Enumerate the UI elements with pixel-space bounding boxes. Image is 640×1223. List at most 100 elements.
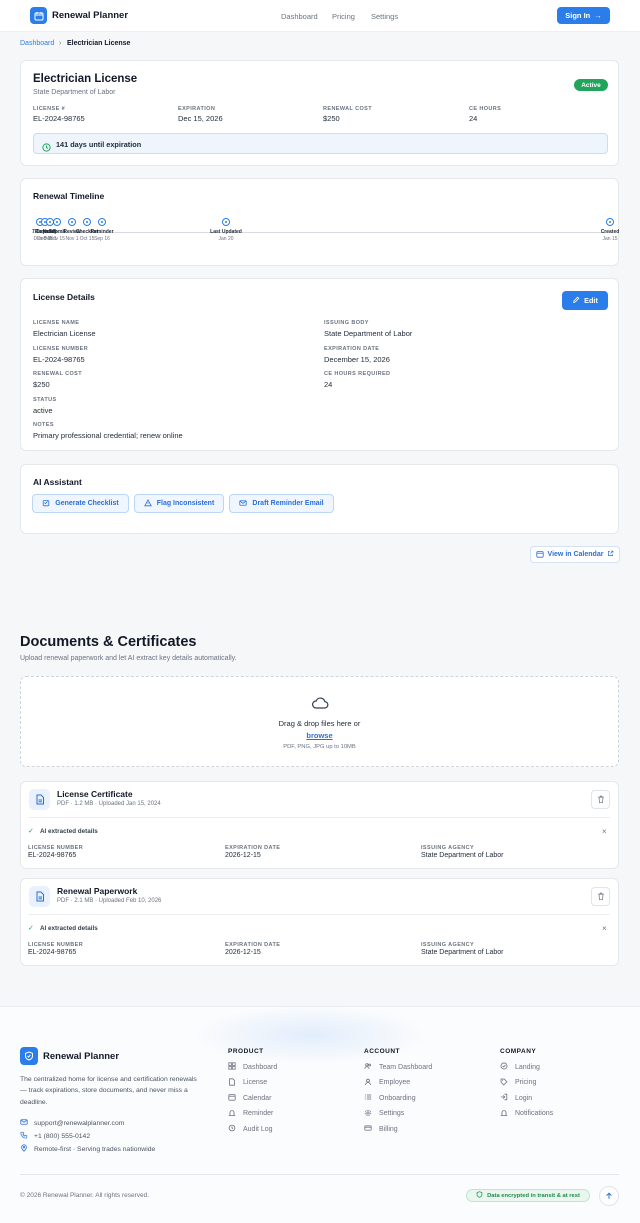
browse-link[interactable]: browse [21,731,618,740]
footer-link-label: Billing [379,1125,398,1133]
footer-link-login[interactable]: Login [500,1093,532,1103]
footer-link-landing[interactable]: Landing [500,1062,540,1072]
document-name[interactable]: Renewal Paperwork [57,886,137,896]
extracted-value: State Department of Labor [421,852,504,859]
extracted-value: 2026-12-15 [225,949,261,956]
footer-link-license[interactable]: License [228,1077,267,1088]
footer-link-dashboard[interactable]: Dashboard [228,1062,277,1072]
detail-label: LICENSE NUMBER [33,345,89,352]
generate-checklist-button[interactable]: Generate Checklist [32,494,129,513]
check-icon: ✓ [28,828,34,835]
footer-link-reminder[interactable]: Reminder [228,1109,273,1119]
field-label: EXPIRATION [178,106,216,112]
ai-title: AI Assistant [33,477,82,487]
footer-link-label: Dashboard [243,1063,278,1071]
footer-brand: Renewal Planner [43,1051,120,1062]
footer-link-label: Landing [515,1063,540,1071]
upload-dropzone[interactable]: Drag & drop files here or browse PDF, PN… [20,676,619,767]
view-in-calendar-link[interactable]: View in Calendar [530,546,620,563]
timeline-event-marker[interactable] [53,218,61,226]
cal-icon [228,1093,236,1103]
timeline-event-marker[interactable] [68,218,76,226]
extracted-label: ISSUING AGENCY [421,845,475,851]
top-nav: Renewal Planner Dashboard Pricing Settin… [0,0,640,32]
trash-icon [597,795,604,804]
extracted-label: LICENSE NUMBER [28,942,84,948]
detail-label: LICENSE NAME [33,320,80,326]
dropzone-text: Drag & drop files here or [278,719,361,728]
copyright: © 2026 Renewal Planner. All rights reser… [20,1192,150,1199]
flag-inconsistent-button[interactable]: Flag Inconsistent [134,494,224,513]
footer-link-team-dashboard[interactable]: Team Dashboard [364,1062,432,1072]
users-icon [364,1062,372,1072]
footer-link-notifications[interactable]: Notifications [500,1109,553,1119]
license-issuer: State Department of Labor [33,89,116,96]
timeline-event-marker[interactable] [606,218,614,226]
doc-icon [228,1077,236,1088]
footer-email[interactable]: support@renewalplanner.com [20,1118,124,1128]
extracted-value: EL-2024-98765 [28,852,77,859]
footer-link-settings[interactable]: Settings [364,1109,404,1119]
document-name[interactable]: License Certificate [57,789,133,799]
dropzone-hint: PDF, PNG, JPG up to 10MB [283,744,356,750]
delete-button[interactable] [591,790,610,809]
timeline-event-marker[interactable] [83,218,91,226]
card-divider [28,817,610,818]
close-icon[interactable]: × [602,827,607,836]
draft-reminder-email-button[interactable]: Draft Reminder Email [229,494,334,513]
extracted-label: EXPIRATION DATE [225,845,281,851]
footer-link-employee[interactable]: Employee [364,1078,410,1088]
extracted-label: EXPIRATION DATE [225,942,281,948]
field-value: EL-2024-98765 [33,114,85,123]
footer-location: Remote-first · Serving trades nationwide [20,1144,155,1154]
timeline-axis [33,232,608,233]
status-badge: Active [574,79,608,91]
license-summary-card: Electrician License State Department of … [20,60,619,166]
history-icon [228,1124,236,1134]
timeline-event-date: Jan 20 [218,236,234,242]
footer-link-billing[interactable]: Billing [364,1124,398,1134]
login-icon [500,1093,508,1103]
close-icon[interactable]: × [602,924,607,933]
footer-link-pricing[interactable]: Pricing [500,1078,536,1088]
timeline-event-marker[interactable] [222,218,230,226]
footer-divider [20,1174,619,1175]
footer-link-label: Login [515,1094,533,1102]
footer-link-onboarding[interactable]: Onboarding [364,1093,416,1103]
footer-link-label: Notifications [515,1110,554,1118]
footer-glow [190,1005,430,1065]
phone-icon [20,1131,28,1141]
timeline-event-label: Reminder [90,229,114,235]
location-text: Remote-first · Serving trades nationwide [34,1145,156,1153]
sign-in-button[interactable]: Sign In → [557,7,610,24]
detail-value: State Department of Labor [324,329,413,338]
detail-value: Electrician License [33,329,96,338]
shield-logo-icon[interactable] [20,1047,38,1065]
scroll-to-top-button[interactable] [599,1186,619,1206]
file-icon [29,886,50,907]
license-details-card: License Details Edit LICENSE NAME Electri… [20,278,619,451]
nav-dashboard[interactable]: Dashboard [281,12,318,21]
extracted-value: State Department of Labor [421,949,504,956]
timeline-event-date: Nov 15 [49,236,65,242]
countdown-banner: 141 days until expiration [33,133,608,154]
security-badge: Data encrypted in transit & at rest [466,1189,590,1202]
footer-phone[interactable]: +1 (800) 555-0142 [20,1131,90,1141]
nav-pricing[interactable]: Pricing [332,12,355,21]
timeline-event-marker[interactable] [98,218,106,226]
footer-link-audit-log[interactable]: Audit Log [228,1124,273,1134]
detail-value: active [33,405,53,415]
nav-settings[interactable]: Settings [371,12,398,21]
calendar-logo-icon[interactable] [30,7,47,24]
breadcrumb-current: Electrician License [67,40,131,47]
delete-button[interactable] [591,887,610,906]
document-meta: PDF · 1.2 MB · Uploaded Jan 15, 2024 [57,801,161,807]
footer-link-calendar[interactable]: Calendar [228,1093,271,1103]
breadcrumb-home[interactable]: Dashboard [20,40,54,47]
edit-button[interactable]: Edit [562,291,608,310]
file-icon [29,789,50,810]
extracted-value: EL-2024-98765 [28,949,77,956]
brand-name[interactable]: Renewal Planner [52,10,128,21]
detail-value: 24 [324,380,333,389]
footer-link-label: Team Dashboard [379,1063,433,1071]
